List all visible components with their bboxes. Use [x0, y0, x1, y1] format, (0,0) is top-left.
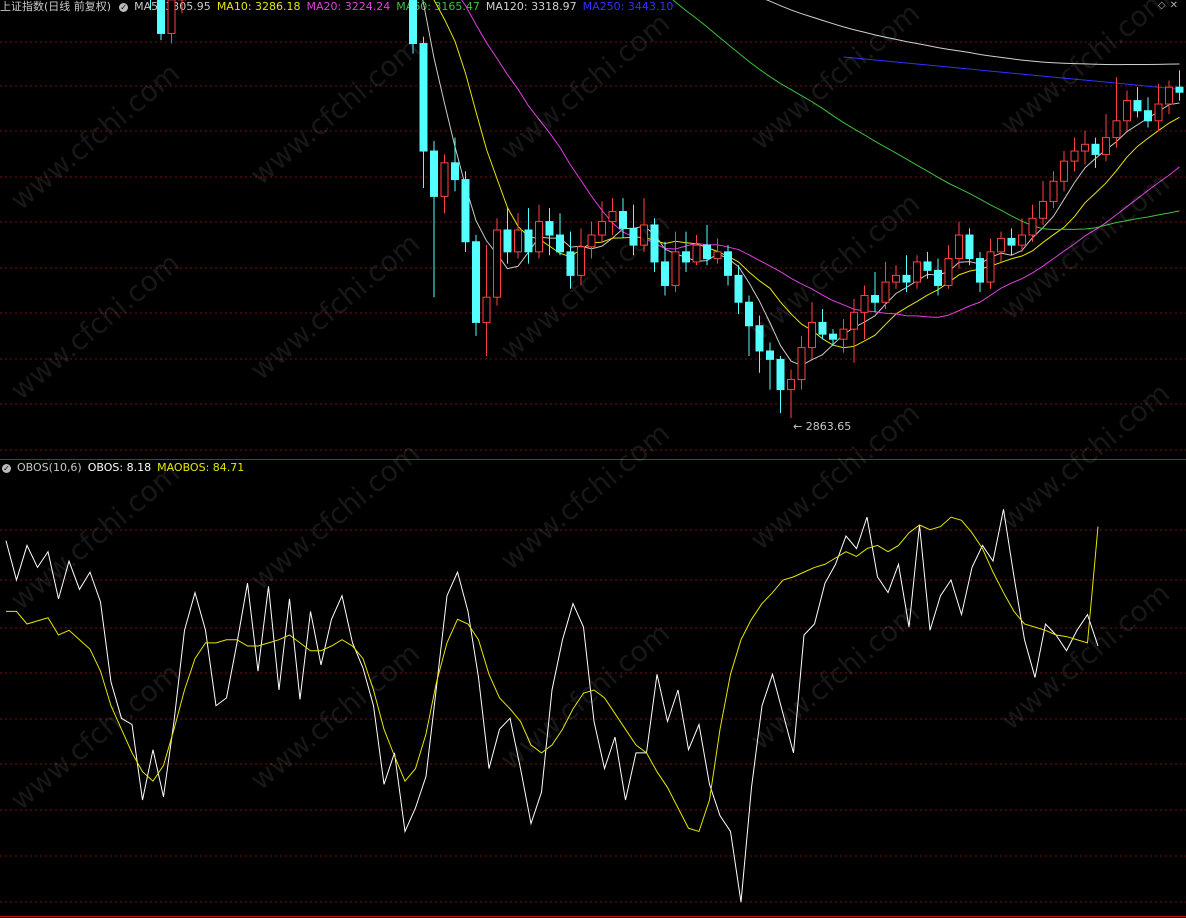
- candle-body: [734, 274, 743, 303]
- candle-body: [1154, 103, 1163, 122]
- candle-body: [598, 221, 606, 236]
- candle-body: [818, 321, 827, 335]
- candle-body: [944, 258, 953, 286]
- candle-body: [955, 234, 963, 260]
- candle-body: [451, 162, 459, 181]
- candle-body: [913, 261, 921, 283]
- candle-body: [850, 311, 858, 330]
- candle-body: [556, 234, 564, 253]
- candle-body: [461, 179, 470, 243]
- candle-body: [776, 358, 785, 391]
- indicator-chart[interactable]: [0, 460, 1186, 918]
- ma10-line: [433, 0, 1180, 349]
- candle-body: [997, 237, 1005, 253]
- candle-body: [1070, 150, 1079, 162]
- candle-body: [577, 246, 585, 276]
- candle-body: [860, 295, 869, 313]
- candle-body: [671, 251, 680, 286]
- candle-body: [1091, 143, 1100, 155]
- candle-body: [167, 0, 176, 34]
- candle-body: [703, 244, 711, 260]
- candle-body: [587, 234, 596, 248]
- candle-body: [745, 301, 753, 327]
- obos-line: [5, 509, 1099, 903]
- candle-body: [1060, 160, 1068, 182]
- candle-body: [430, 150, 438, 197]
- candle-body: [1018, 234, 1026, 246]
- candle-body: [892, 274, 900, 283]
- ma20-line: [460, 0, 1180, 318]
- candle-body: [808, 321, 816, 349]
- candle-body: [986, 251, 995, 283]
- candle-body: [503, 229, 512, 253]
- maobos-line: [6, 516, 1099, 833]
- candle-body: [1165, 86, 1173, 105]
- candle-body: [629, 227, 638, 246]
- candle-body: [692, 244, 701, 263]
- candle-body: [923, 261, 932, 271]
- candle-body: [766, 350, 774, 360]
- ma60-line: [672, 0, 1180, 231]
- candle-body: [640, 224, 648, 246]
- candle-body: [440, 162, 449, 197]
- candle-body: [661, 261, 669, 286]
- candle-body: [493, 229, 501, 298]
- candle-body: [535, 221, 543, 253]
- candle-body: [682, 251, 690, 263]
- candle-body: [965, 234, 974, 260]
- candle-body: [724, 251, 732, 276]
- price-chart[interactable]: ← 3091.23← 2863.65: [0, 0, 1186, 460]
- candle-body: [1049, 180, 1058, 202]
- candle-body: [1133, 100, 1142, 112]
- candle-body: [797, 347, 806, 381]
- candle-body: [1039, 200, 1047, 219]
- candle-body: [1102, 137, 1110, 155]
- candle-body: [524, 229, 533, 253]
- candle-body: [419, 43, 428, 152]
- candle-body: [902, 274, 911, 283]
- candle-body: [713, 251, 722, 260]
- candle-body: [871, 295, 879, 303]
- candle-body: [1175, 86, 1184, 93]
- candle-body: [934, 269, 942, 286]
- candle-body: [976, 258, 984, 283]
- candle-body: [409, 0, 417, 45]
- candle-body: [619, 211, 627, 229]
- candle-body: [829, 333, 837, 340]
- low-annotation: ← 2863.65: [793, 420, 851, 433]
- candle-body: [545, 221, 554, 236]
- ma5-line: [422, 0, 1180, 366]
- candle-body: [1112, 120, 1121, 139]
- candle-body: [472, 241, 480, 323]
- candle-body: [514, 229, 522, 253]
- candle-body: [1028, 217, 1037, 236]
- candle-body: [1123, 100, 1131, 122]
- candle-body: [1007, 237, 1016, 246]
- ma120-line: [765, 0, 1180, 66]
- candle-body: [157, 0, 165, 34]
- candle-body: [787, 379, 795, 391]
- candle-body: [755, 325, 764, 352]
- candle-body: [1144, 110, 1152, 122]
- ma250-line: [843, 56, 1180, 90]
- candle-body: [650, 224, 659, 263]
- candle-body: [482, 296, 491, 323]
- candle-body: [1081, 143, 1089, 152]
- candle-body: [566, 251, 575, 276]
- candle-body: [839, 328, 848, 340]
- candle-body: [608, 211, 617, 223]
- candle-body: [881, 281, 890, 303]
